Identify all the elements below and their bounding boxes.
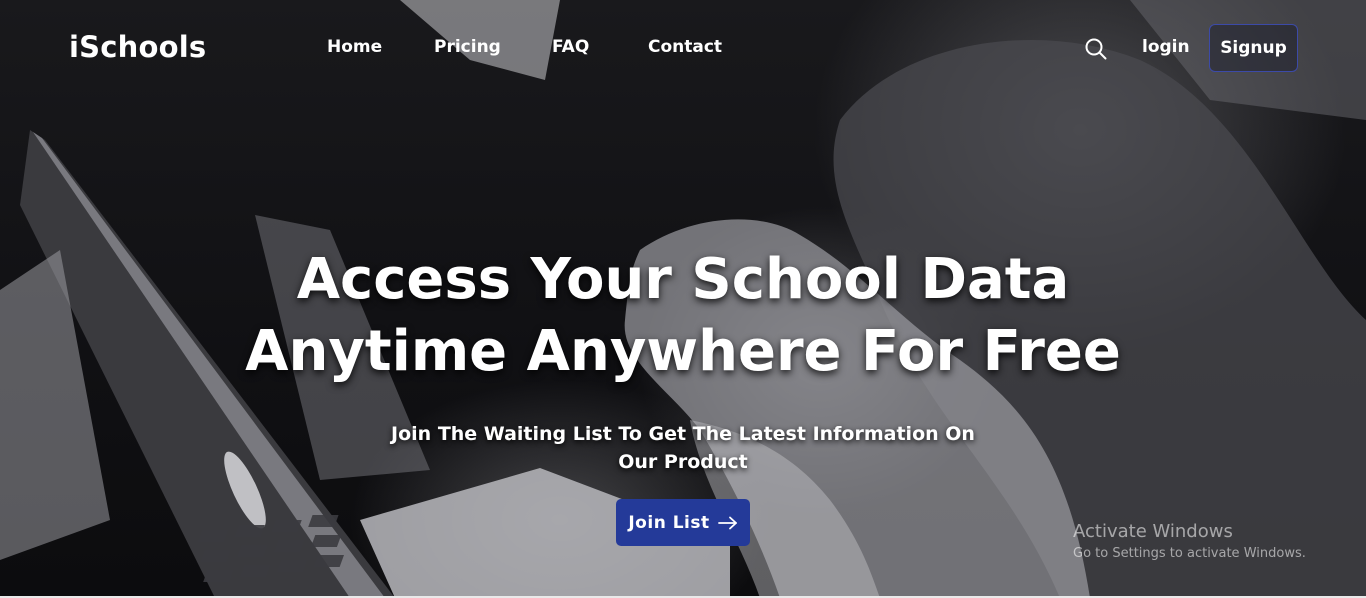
hero-headline-line-2: Anytime Anywhere For Free xyxy=(245,319,1121,384)
nav-link-pricing[interactable]: Pricing xyxy=(434,37,501,57)
hero-subheadline-line-1: Join The Waiting List To Get The Latest … xyxy=(391,423,975,445)
arrow-right-icon xyxy=(717,516,737,529)
hero-subheadline: Join The Waiting List To Get The Latest … xyxy=(383,420,983,476)
join-list-button[interactable]: Join List xyxy=(616,499,750,546)
search-button[interactable] xyxy=(1083,36,1109,62)
brand-logo[interactable]: iSchools xyxy=(69,30,206,64)
join-list-label: Join List xyxy=(628,512,710,533)
hero-headline-line-1: Access Your School Data xyxy=(296,247,1070,312)
hero-subheadline-line-2: Our Product xyxy=(618,451,748,473)
activate-windows-title: Activate Windows xyxy=(1073,521,1233,542)
nav-link-contact[interactable]: Contact xyxy=(648,37,722,57)
hero-section: iSchools Home Pricing FAQ Contact login … xyxy=(0,0,1366,598)
top-navigation: iSchools Home Pricing FAQ Contact login … xyxy=(0,0,1366,96)
hero-headline: Access Your School Data Anytime Anywhere… xyxy=(0,244,1366,388)
search-icon xyxy=(1085,38,1107,60)
activate-windows-subtitle: Go to Settings to activate Windows. xyxy=(1073,546,1306,561)
activate-windows-watermark: Activate Windows Go to Settings to activ… xyxy=(1073,521,1306,565)
nav-link-home[interactable]: Home xyxy=(327,37,382,57)
login-link[interactable]: login xyxy=(1142,37,1190,57)
signup-button[interactable]: Signup xyxy=(1209,24,1298,72)
nav-link-faq[interactable]: FAQ xyxy=(552,37,589,57)
